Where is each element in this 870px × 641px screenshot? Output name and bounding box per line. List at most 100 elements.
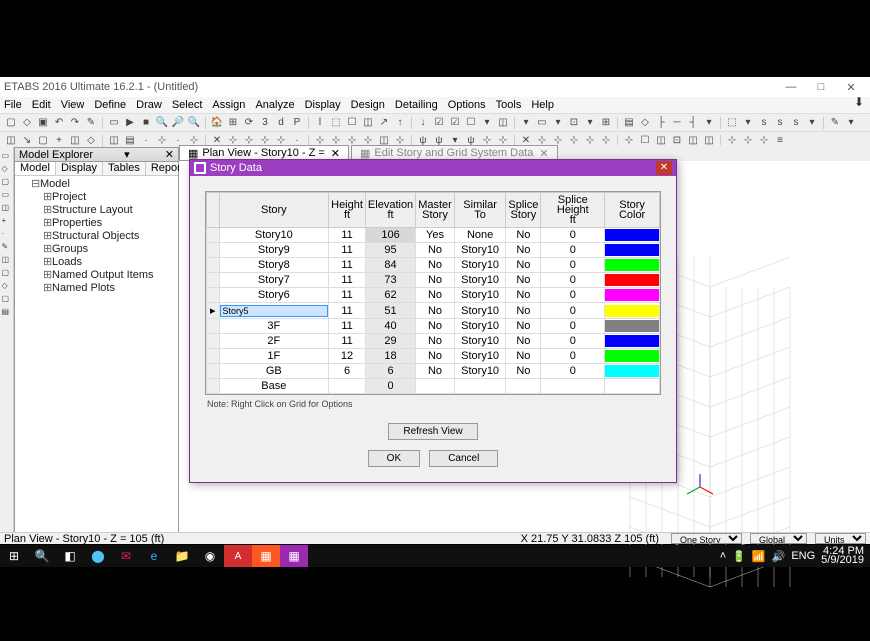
tree-expand-icon[interactable]: ⊞ xyxy=(43,282,52,295)
cell-elev[interactable]: 73 xyxy=(365,273,415,288)
toolbar-btn-9[interactable]: ⊹ xyxy=(155,134,169,148)
cell-splice[interactable]: No xyxy=(506,334,541,349)
toolbar-btn-33[interactable]: ⊡ xyxy=(567,116,581,130)
cell-height[interactable]: 11 xyxy=(329,228,366,243)
toolbar-btn-7[interactable]: ▶ xyxy=(123,116,137,130)
left-tool-2[interactable]: ▢ xyxy=(2,177,12,187)
cell-color[interactable] xyxy=(605,258,660,273)
toolbar-btn-28[interactable]: ▾ xyxy=(480,116,494,130)
panel-pin-icon[interactable]: ▾ xyxy=(124,148,130,161)
tree-expand-icon[interactable]: ⊞ xyxy=(43,243,52,256)
cell-similar[interactable]: Story10 xyxy=(454,273,506,288)
cell-elev[interactable]: 106 xyxy=(365,228,415,243)
left-tool-5[interactable]: + xyxy=(2,216,12,226)
toolbar-btn-4[interactable]: ◫ xyxy=(68,134,82,148)
menu-options[interactable]: Options xyxy=(448,99,486,111)
cell-height[interactable]: 11 xyxy=(329,243,366,258)
toolbar-btn-16[interactable]: d xyxy=(274,116,288,130)
cell-master[interactable]: No xyxy=(416,319,455,334)
cell-sheight[interactable]: 0 xyxy=(541,243,605,258)
toolbar-btn-17[interactable]: P xyxy=(290,116,304,130)
cell-similar[interactable]: Story10 xyxy=(454,334,506,349)
toolbar-btn-20[interactable]: ☐ xyxy=(345,116,359,130)
toolbar-btn-8[interactable]: · xyxy=(139,134,153,148)
table-row[interactable]: Base 0 xyxy=(207,379,660,394)
tree-node[interactable]: Structure Layout xyxy=(52,204,133,216)
menu-define[interactable]: Define xyxy=(94,99,126,111)
cell-splice[interactable]: No xyxy=(506,228,541,243)
tree-node[interactable]: Structural Objects xyxy=(52,230,139,242)
toolbar-btn-6[interactable]: ▭ xyxy=(107,116,121,130)
cell-elev[interactable]: 0 xyxy=(365,379,415,394)
toolbar-btn-30[interactable]: ▾ xyxy=(519,116,533,130)
cell-master[interactable]: No xyxy=(416,349,455,364)
tray-battery-icon[interactable]: 🔋 xyxy=(732,550,746,563)
cell-splice[interactable]: No xyxy=(506,349,541,364)
toolbar-btn-32[interactable]: ▾ xyxy=(551,116,565,130)
cell-sheight[interactable] xyxy=(541,379,605,394)
cell-sheight[interactable]: 0 xyxy=(541,319,605,334)
menu-detailing[interactable]: Detailing xyxy=(395,99,438,111)
menu-tools[interactable]: Tools xyxy=(496,99,522,111)
left-tool-7[interactable]: ✎ xyxy=(2,242,12,252)
dialog-close-button[interactable]: ✕ xyxy=(656,161,672,175)
menu-draw[interactable]: Draw xyxy=(136,99,162,111)
tree-collapse-icon[interactable]: ⊟ xyxy=(31,178,40,191)
grid-header[interactable]: MasterStory xyxy=(416,193,455,228)
tray-clock[interactable]: 4:24 PM 5/9/2019 xyxy=(821,547,864,565)
tree-root[interactable]: Model xyxy=(40,178,70,190)
row-header[interactable]: ▸ xyxy=(207,303,220,319)
cell-height[interactable]: 12 xyxy=(329,349,366,364)
taskbar-app-1[interactable]: ⬤ xyxy=(84,545,112,567)
status-dropdown-story[interactable]: One Story xyxy=(671,533,742,544)
cell-color[interactable] xyxy=(605,319,660,334)
table-row[interactable]: Story71173NoStory10No0 xyxy=(207,273,660,288)
task-view-icon[interactable]: ◧ xyxy=(56,545,84,567)
toolbar-btn-14[interactable]: ⟳ xyxy=(242,116,256,130)
toolbar-btn-42[interactable]: ⬚ xyxy=(725,116,739,130)
panel-close-icon[interactable]: ✕ xyxy=(165,148,174,161)
cell-color[interactable] xyxy=(605,303,660,319)
menu-help[interactable]: Help xyxy=(531,99,554,111)
cell-story[interactable] xyxy=(219,303,329,319)
row-header[interactable] xyxy=(207,273,220,288)
table-row[interactable]: Story1011106YesNoneNo0 xyxy=(207,228,660,243)
cell-master[interactable]: No xyxy=(416,364,455,379)
cell-elev[interactable]: 95 xyxy=(365,243,415,258)
cell-color[interactable] xyxy=(605,349,660,364)
cell-elev[interactable]: 18 xyxy=(365,349,415,364)
download-icon[interactable]: ⬇ xyxy=(854,95,864,109)
cell-story[interactable]: Story8 xyxy=(219,258,329,273)
cancel-button[interactable]: Cancel xyxy=(429,450,498,467)
cell-story[interactable]: Story7 xyxy=(219,273,329,288)
cell-elev[interactable]: 84 xyxy=(365,258,415,273)
left-tool-8[interactable]: ◫ xyxy=(2,255,12,265)
taskbar-edge[interactable]: e xyxy=(140,545,168,567)
toolbar-btn-0[interactable]: ▢ xyxy=(4,116,18,130)
cell-height[interactable]: 11 xyxy=(329,258,366,273)
cell-master[interactable]: Yes xyxy=(416,228,455,243)
tree-expand-icon[interactable]: ⊞ xyxy=(43,204,52,217)
cell-elev[interactable]: 62 xyxy=(365,288,415,303)
story-name-input[interactable] xyxy=(220,305,329,317)
toolbar-btn-19[interactable]: ⬚ xyxy=(329,116,343,130)
toolbar-btn-25[interactable]: ☑ xyxy=(432,116,446,130)
table-row[interactable]: Story91195NoStory10No0 xyxy=(207,243,660,258)
cell-story[interactable]: Base xyxy=(219,379,329,394)
cell-master[interactable]: No xyxy=(416,258,455,273)
toolbar-btn-34[interactable]: ▾ xyxy=(583,116,597,130)
refresh-view-button[interactable]: Refresh View xyxy=(388,423,477,440)
tree-expand-icon[interactable]: ⊞ xyxy=(43,217,52,230)
cell-similar[interactable]: Story10 xyxy=(454,364,506,379)
left-tool-10[interactable]: ◇ xyxy=(2,281,12,291)
grid-header[interactable]: Heightft xyxy=(329,193,366,228)
tray-lang[interactable]: ENG xyxy=(791,550,815,562)
toolbar-btn-44[interactable]: s xyxy=(757,116,771,130)
cell-similar[interactable]: None xyxy=(454,228,506,243)
cell-height[interactable]: 11 xyxy=(329,303,366,319)
toolbar-btn-10[interactable]: 🔎 xyxy=(171,116,185,130)
menu-display[interactable]: Display xyxy=(305,99,341,111)
tray-chevron-icon[interactable]: ˄ xyxy=(720,550,726,562)
search-icon[interactable]: 🔍 xyxy=(28,545,56,567)
cell-sheight[interactable]: 0 xyxy=(541,228,605,243)
